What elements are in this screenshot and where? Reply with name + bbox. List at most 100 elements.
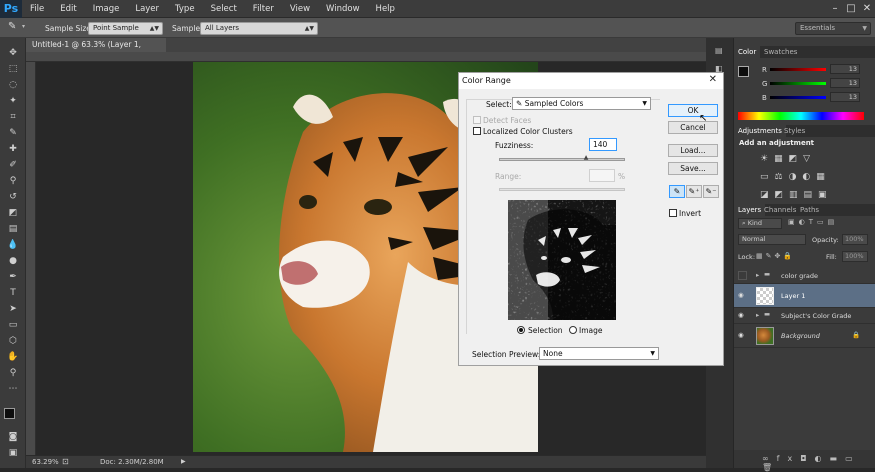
- dodge-tool-icon[interactable]: ●: [5, 254, 21, 268]
- quick-select-tool-icon[interactable]: ✦: [5, 94, 21, 108]
- menu-file[interactable]: File: [22, 0, 52, 18]
- cancel-button[interactable]: Cancel: [668, 121, 718, 134]
- pen-tool-icon[interactable]: ✒: [5, 270, 21, 284]
- layer-row[interactable]: ◉ ▸ ▬ Subject's Color Grade: [734, 308, 875, 324]
- tab-adjustments[interactable]: Adjustments: [734, 125, 786, 137]
- g-value[interactable]: 13: [830, 78, 860, 88]
- tab-channels[interactable]: Channels: [760, 204, 800, 216]
- g-slider[interactable]: [770, 82, 826, 85]
- sample-size-select[interactable]: Point Sample ▲▼: [88, 22, 163, 35]
- document-tab[interactable]: Untitled-1 @ 63.3% (Layer 1, RGB/8) * ×: [26, 38, 166, 63]
- b-slider[interactable]: [770, 96, 826, 99]
- lock-icons[interactable]: ▦✎✥🔒: [756, 252, 795, 260]
- opacity-input[interactable]: 100%: [842, 234, 868, 245]
- move-tool-icon[interactable]: ✥: [5, 46, 21, 60]
- 3d-tool-icon[interactable]: ⬡: [5, 334, 21, 348]
- filter-kind-select[interactable]: ⌕ Kind: [738, 218, 782, 229]
- range-slider[interactable]: [499, 188, 625, 191]
- quick-mask-icon[interactable]: ◙: [5, 430, 21, 444]
- screen-mode-icon[interactable]: ▣: [5, 446, 21, 460]
- r-slider[interactable]: [770, 68, 826, 71]
- workspace-select[interactable]: Essentials ▼: [795, 22, 871, 35]
- zoom-tool-icon[interactable]: ⚲: [5, 366, 21, 380]
- menu-select[interactable]: Select: [203, 0, 245, 18]
- type-tool-icon[interactable]: T: [5, 286, 21, 300]
- close-app-button[interactable]: ✕: [859, 3, 875, 14]
- fuzziness-slider[interactable]: ▲: [499, 154, 625, 161]
- history-panel-icon[interactable]: ▤: [715, 46, 723, 55]
- minimize-button[interactable]: –: [827, 3, 843, 14]
- lasso-tool-icon[interactable]: ◌: [5, 78, 21, 92]
- layers-footer-icons[interactable]: ∞fx◘◐▬▭🗑: [734, 450, 875, 472]
- layer-row[interactable]: ◉ Background 🔒: [734, 324, 875, 348]
- tab-paths[interactable]: Paths: [796, 204, 823, 216]
- load-button[interactable]: Load...: [668, 144, 718, 157]
- clone-stamp-icon[interactable]: ⚲: [5, 174, 21, 188]
- eye-icon[interactable]: ◉: [738, 331, 744, 339]
- menu-filter[interactable]: Filter: [245, 0, 282, 18]
- ok-button[interactable]: OK: [668, 104, 718, 117]
- eye-icon[interactable]: ◉: [738, 291, 744, 299]
- menu-image[interactable]: Image: [85, 0, 128, 18]
- eye-icon[interactable]: ◉: [738, 311, 744, 319]
- eyedropper-icon[interactable]: ✎: [669, 185, 685, 198]
- tab-color[interactable]: Color: [734, 46, 761, 58]
- add-to-sample-eyedropper-icon[interactable]: ✎⁺: [686, 185, 702, 198]
- group-expand-icon[interactable]: ▸: [756, 311, 759, 319]
- menu-window[interactable]: Window: [318, 0, 368, 18]
- dialog-close-icon[interactable]: ✕: [709, 74, 717, 85]
- localized-clusters-checkbox[interactable]: [473, 127, 481, 135]
- hand-tool-icon[interactable]: ✋: [5, 350, 21, 364]
- shape-tool-icon[interactable]: ▭: [5, 318, 21, 332]
- maximize-button[interactable]: □: [843, 3, 859, 14]
- image-radio[interactable]: [569, 326, 577, 334]
- menu-view[interactable]: View: [282, 0, 318, 18]
- status-info-icon[interactable]: ⊡: [62, 457, 69, 466]
- group-expand-icon[interactable]: ▸: [756, 271, 759, 279]
- layer-row-selected[interactable]: ◉ Layer 1: [734, 284, 875, 308]
- save-button[interactable]: Save...: [668, 162, 718, 175]
- color-foreground-swatch[interactable]: [738, 66, 749, 77]
- subtract-from-sample-eyedropper-icon[interactable]: ✎⁻: [703, 185, 719, 198]
- menu-edit[interactable]: Edit: [52, 0, 84, 18]
- blur-tool-icon[interactable]: 💧: [5, 238, 21, 252]
- zoom-level[interactable]: 63.29%: [32, 458, 59, 466]
- sample-select[interactable]: All Layers ▲▼: [200, 22, 318, 35]
- color-spectrum[interactable]: [738, 112, 864, 120]
- fuzziness-input[interactable]: 140: [589, 138, 617, 151]
- layer-row[interactable]: ▸ ▬ color grade: [734, 268, 875, 284]
- path-select-tool-icon[interactable]: ➤: [5, 302, 21, 316]
- menu-type[interactable]: Type: [167, 0, 203, 18]
- marquee-tool-icon[interactable]: ⬚: [5, 62, 21, 76]
- history-brush-icon[interactable]: ↺: [5, 190, 21, 204]
- tool-preset-arrow-icon[interactable]: ▾: [22, 23, 25, 30]
- more-tools-icon[interactable]: ⋯: [5, 382, 21, 396]
- eraser-tool-icon[interactable]: ◩: [5, 206, 21, 220]
- tab-swatches[interactable]: Swatches: [760, 46, 801, 58]
- crop-tool-icon[interactable]: ⌗: [5, 110, 21, 124]
- tab-styles[interactable]: Styles: [780, 125, 809, 137]
- brush-tool-icon[interactable]: ✐: [5, 158, 21, 172]
- select-dropdown[interactable]: ✎ Sampled Colors ▼: [512, 97, 651, 110]
- visibility-toggle-off[interactable]: [738, 271, 747, 280]
- r-value[interactable]: 13: [830, 64, 860, 74]
- eyedropper-icon[interactable]: ✎: [5, 126, 21, 140]
- selection-radio[interactable]: [517, 326, 525, 334]
- healing-brush-icon[interactable]: ✚: [5, 142, 21, 156]
- menu-layer[interactable]: Layer: [127, 0, 167, 18]
- foreground-color-swatch[interactable]: [4, 408, 15, 419]
- blend-mode-select[interactable]: Normal: [738, 234, 806, 245]
- selection-preview-select[interactable]: None ▼: [539, 347, 659, 360]
- menu-help[interactable]: Help: [368, 0, 403, 18]
- eyedropper-tool-icon[interactable]: ✎: [8, 21, 16, 32]
- fill-input[interactable]: 100%: [842, 251, 868, 262]
- detect-faces-checkbox[interactable]: [473, 116, 481, 124]
- layer-filter-icons[interactable]: ▣◐T▭▤: [788, 218, 838, 226]
- fuzziness-slider-thumb[interactable]: ▲: [584, 154, 589, 161]
- invert-checkbox[interactable]: [669, 209, 677, 217]
- range-input[interactable]: [589, 169, 615, 182]
- adjustment-icons[interactable]: ☀▦◩▽ ▭⚖◑◐▦ ◪◩▥▤▣: [760, 150, 850, 205]
- b-value[interactable]: 13: [830, 92, 860, 102]
- status-menu-arrow-icon[interactable]: ▶: [181, 458, 186, 465]
- gradient-tool-icon[interactable]: ▤: [5, 222, 21, 236]
